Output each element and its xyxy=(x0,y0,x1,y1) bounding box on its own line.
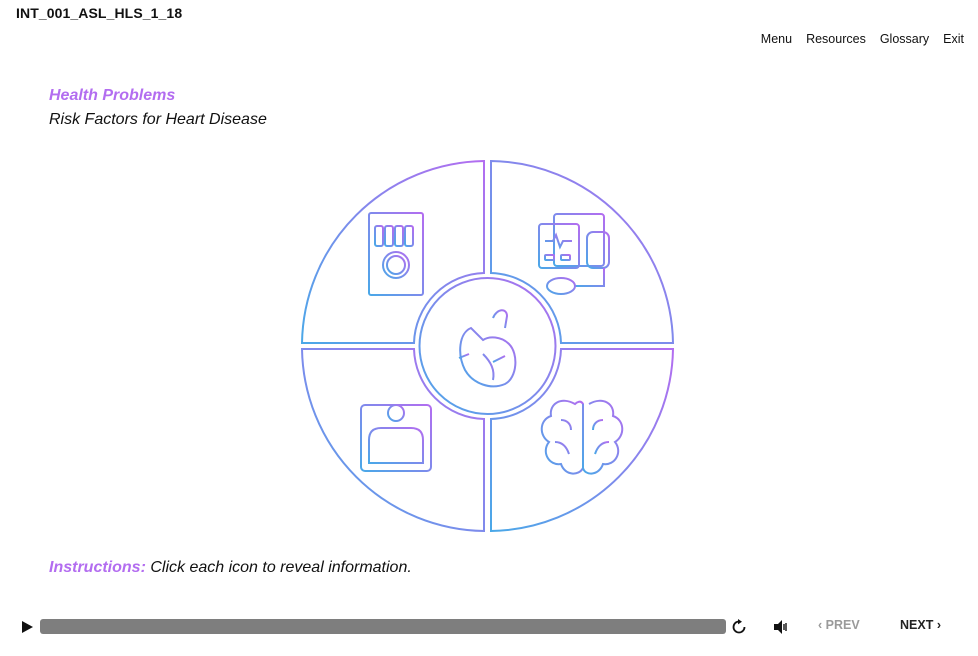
blood-pressure-monitor-icon[interactable] xyxy=(538,213,610,295)
resources-link[interactable]: Resources xyxy=(806,32,866,46)
slide-subtitle: Risk Factors for Heart Disease xyxy=(49,111,267,128)
center-circle[interactable] xyxy=(418,277,557,415)
seek-bar[interactable] xyxy=(40,619,726,634)
replay-icon[interactable] xyxy=(730,618,748,636)
instructions-text: Click each icon to reveal information. xyxy=(145,559,412,576)
course-id: INT_001_ASL_HLS_1_18 xyxy=(16,5,183,21)
risk-factor-wheel xyxy=(300,159,675,533)
slide-heading: Health Problems Risk Factors for Heart D… xyxy=(49,86,267,131)
instructions: Instructions: Click each icon to reveal … xyxy=(49,559,412,577)
instructions-label: Instructions: xyxy=(49,559,146,576)
chevron-left-icon: ‹ xyxy=(818,618,826,632)
segment-weight[interactable] xyxy=(300,348,485,533)
volume-icon[interactable] xyxy=(772,618,790,636)
top-nav: Menu Resources Glossary Exit xyxy=(761,32,964,46)
prev-label: PREV xyxy=(825,618,860,632)
next-button[interactable]: NEXT › xyxy=(900,618,941,632)
weight-scale-icon[interactable] xyxy=(360,404,432,472)
menu-link[interactable]: Menu xyxy=(761,32,792,46)
chevron-right-icon: › xyxy=(933,618,941,632)
play-icon[interactable] xyxy=(18,618,36,636)
segment-blood-pressure[interactable] xyxy=(490,159,675,344)
slide-title: Health Problems xyxy=(49,87,176,104)
brain-icon[interactable] xyxy=(540,399,624,475)
player-bar: ‹ PREV NEXT › xyxy=(0,610,978,644)
prev-button[interactable]: ‹ PREV xyxy=(818,618,860,632)
glossary-link[interactable]: Glossary xyxy=(880,32,929,46)
exit-link[interactable]: Exit xyxy=(943,32,964,46)
cigarette-pack-icon[interactable] xyxy=(368,212,424,296)
heart-icon[interactable] xyxy=(458,309,517,388)
next-label: NEXT xyxy=(900,618,934,632)
